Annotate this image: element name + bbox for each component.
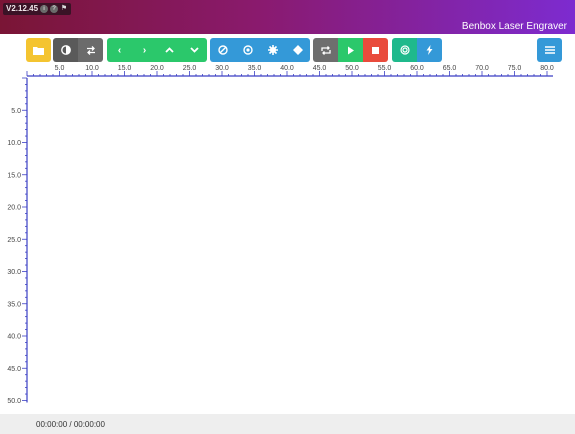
invert-button[interactable] [53, 38, 78, 62]
settings-button[interactable] [260, 38, 285, 62]
laser-dot-button[interactable] [235, 38, 260, 62]
ruler-left-label: 40.0 [7, 334, 21, 341]
ruler-top-label: 75.0 [508, 65, 522, 72]
chevron-down-icon [190, 47, 199, 53]
start-button[interactable] [338, 38, 363, 62]
ruler-left-label: 20.0 [7, 205, 21, 212]
flash-button[interactable] [417, 38, 442, 62]
help-icon[interactable]: ? [50, 5, 59, 13]
ruler-top-label: 55.0 [378, 65, 392, 72]
horizontal-ruler: 5.0 10.0 15.0 20.0 25.0 30.0 35.0 40.0 45.0 50.0 5… [26, 65, 554, 77]
elapsed-time: 00:00:00 [36, 420, 68, 429]
time-separator: / [67, 420, 74, 429]
ruler-top-label: 35.0 [248, 65, 262, 72]
ruler-top-label: 50.0 [345, 65, 359, 72]
ruler-left-label: 30.0 [7, 269, 21, 276]
chevron-up-icon [165, 47, 174, 53]
ruler-left-label: 50.0 [7, 398, 21, 405]
version-badge: V2.12.45 i ? ⚑ [3, 3, 72, 15]
ruler-top-label: 20.0 [150, 65, 164, 72]
ruler-top-label: 65.0 [443, 65, 457, 72]
vertical-ruler: 5.0 10.0 15.0 20.0 25.0 30.0 35.0 40.0 45.0 50.0 [7, 77, 28, 405]
ruler-top-label: 5.0 [55, 65, 65, 72]
extra-group [392, 38, 442, 62]
center-button[interactable] [285, 38, 310, 62]
swap-icon [86, 45, 95, 55]
flag-icon[interactable]: ⚑ [60, 5, 68, 13]
folder-icon [33, 46, 44, 55]
stop-button[interactable] [363, 38, 388, 62]
stop-icon [372, 46, 379, 54]
open-file-button[interactable] [26, 38, 51, 62]
ruler-top-label: 45.0 [313, 65, 327, 72]
ruler-left-label: 35.0 [7, 301, 21, 308]
ruler-left-label: 5.0 [11, 108, 21, 115]
status-bar: 00:00:00 / 00:00:00 [0, 414, 575, 434]
ruler-left-label: 15.0 [7, 172, 21, 179]
repeat-icon [320, 45, 331, 55]
ruler-left-label: 25.0 [7, 237, 21, 244]
move-down-button[interactable] [182, 38, 207, 62]
app-title: Benbox Laser Engraver [461, 21, 567, 32]
ban-icon [217, 45, 228, 55]
total-time: 00:00:00 [73, 420, 105, 429]
job-timer: 00:00:00 / 00:00:00 [36, 420, 105, 429]
title-bar: V2.12.45 i ? ⚑ Benbox Laser Engraver [0, 0, 575, 34]
move-right-button[interactable]: › [132, 38, 157, 62]
chevron-left-icon: ‹ [117, 44, 122, 56]
target-button[interactable] [392, 38, 417, 62]
dot-circle-icon [242, 45, 253, 55]
play-icon [347, 46, 354, 54]
ruler-top-label: 25.0 [183, 65, 197, 72]
contrast-icon [60, 45, 71, 55]
ruler-left-label: 10.0 [7, 140, 21, 147]
swap-button[interactable] [78, 38, 103, 62]
bolt-icon [426, 45, 433, 55]
ruler-top-label: 70.0 [475, 65, 489, 72]
image-group [53, 38, 103, 62]
chevron-right-icon: › [142, 44, 147, 56]
ruler-top-label: 60.0 [410, 65, 424, 72]
ruler-top-label: 10.0 [85, 65, 99, 72]
engraving-canvas[interactable] [30, 78, 570, 403]
menu-button[interactable] [537, 38, 562, 62]
ruler-top-label: 80.0 [540, 65, 554, 72]
target-icon [399, 45, 410, 55]
move-group: ‹ › [107, 38, 207, 62]
laser-off-button[interactable] [210, 38, 235, 62]
ruler-top-label: 15.0 [118, 65, 132, 72]
run-group [313, 38, 388, 62]
info-icon[interactable]: i [40, 5, 49, 13]
cog-icon [267, 45, 278, 55]
laser-group [210, 38, 310, 62]
repeat-button[interactable] [313, 38, 338, 62]
move-left-button[interactable]: ‹ [107, 38, 132, 62]
menu-icon [544, 46, 555, 54]
ruler-left-label: 45.0 [7, 366, 21, 373]
ruler-top-label: 40.0 [280, 65, 294, 72]
version-label: V2.12.45 [6, 4, 39, 13]
move-up-button[interactable] [157, 38, 182, 62]
move-icon [292, 45, 303, 55]
ruler-top-label: 30.0 [215, 65, 229, 72]
file-group [26, 38, 51, 62]
